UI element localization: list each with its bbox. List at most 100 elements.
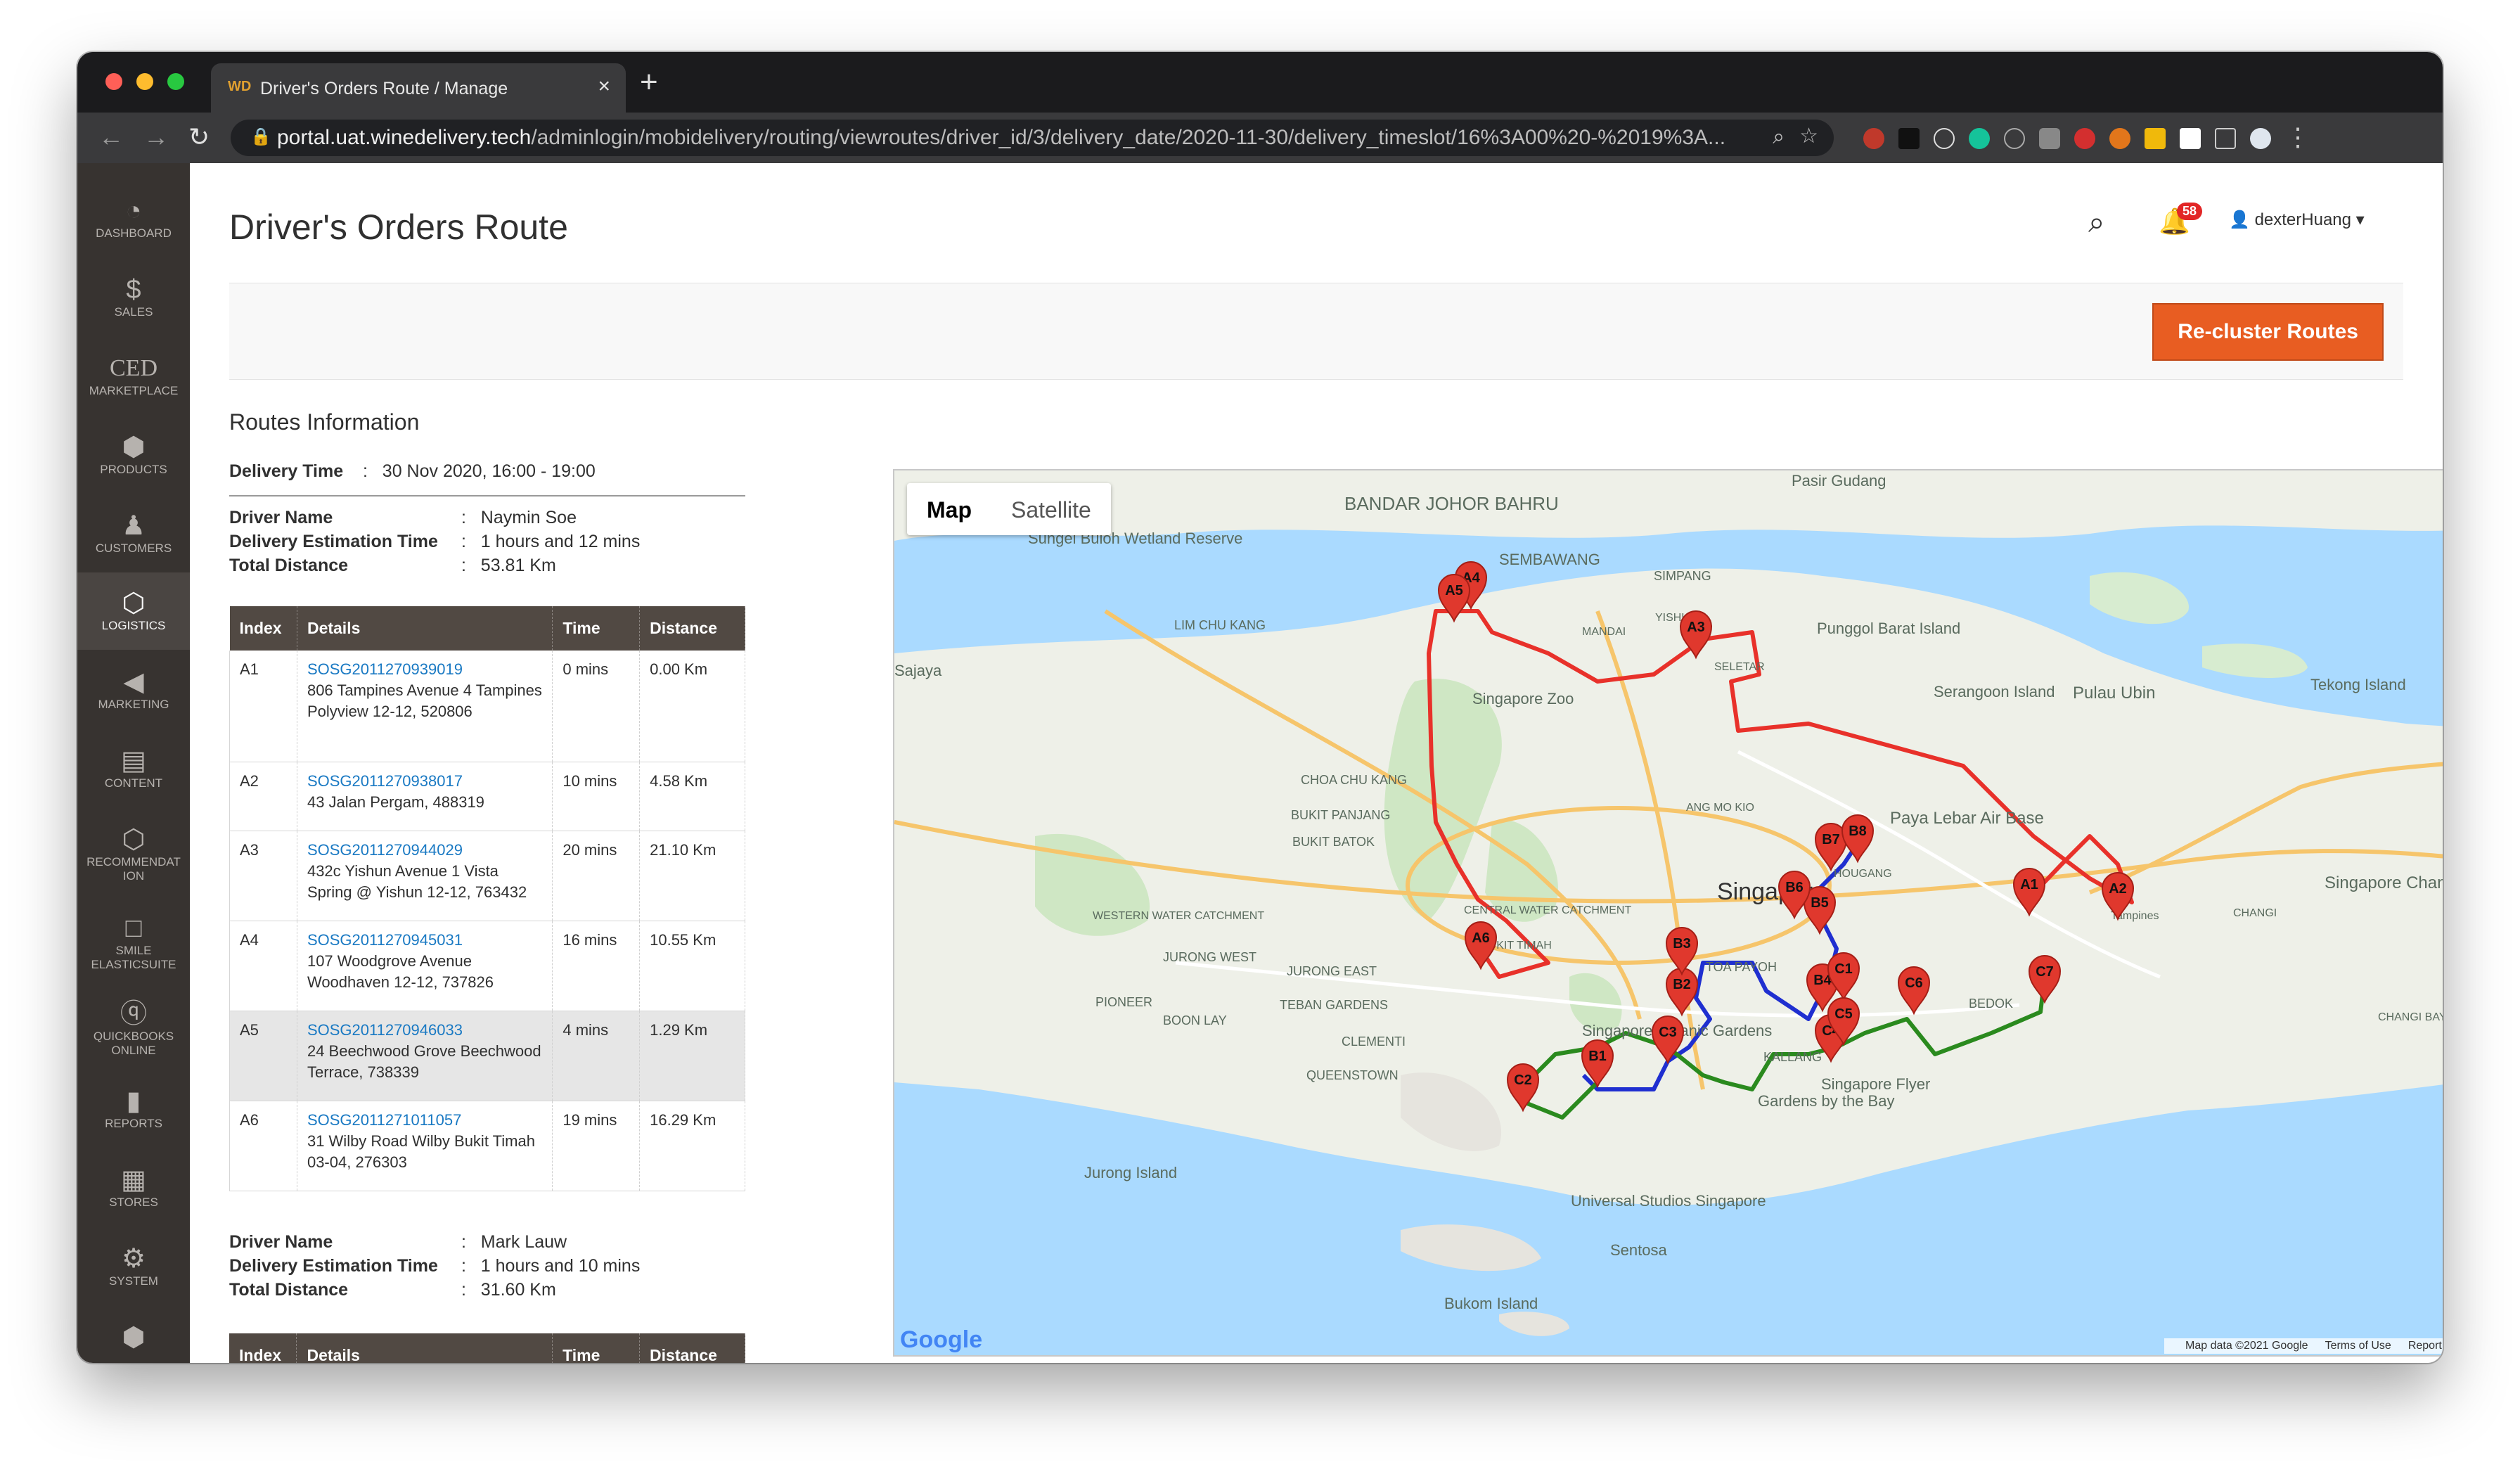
- person-icon: ♟: [121, 511, 146, 541]
- map-place-label: Singapore Changi Airport: [2325, 873, 2443, 892]
- order-link[interactable]: SOSG2011270944029: [307, 841, 463, 859]
- map-place-label: TEBAN GARDENS: [1280, 998, 1388, 1012]
- sidebar-item-products[interactable]: ⬢ PRODUCTS: [77, 416, 190, 494]
- map-type-map-button[interactable]: Map: [907, 483, 991, 535]
- content-icon: ▤: [121, 746, 146, 776]
- map-place-label: Tekong Island: [2310, 676, 2406, 693]
- extension-abp-icon[interactable]: [2074, 128, 2095, 149]
- forward-icon[interactable]: →: [143, 122, 169, 152]
- extension-red-icon[interactable]: [1863, 128, 1884, 149]
- url-field[interactable]: 🔒 portal.uat.winedelivery.tech/adminlogi…: [231, 120, 1834, 156]
- map-place-label: Pasir Gudang: [1792, 472, 1886, 489]
- order-link[interactable]: SOSG2011271011057: [307, 1111, 461, 1129]
- zoom-window-button[interactable]: [167, 73, 184, 90]
- user-icon: 👤: [2229, 210, 2250, 229]
- dollar-icon: $: [126, 275, 141, 305]
- search-icon[interactable]: ⌕: [2088, 205, 2105, 240]
- user-name: dexterHuang: [2254, 210, 2351, 229]
- sidebar-item-customers[interactable]: ♟ CUSTOMERS: [77, 495, 190, 572]
- marker-label: A1: [2020, 877, 2038, 892]
- divider: [229, 495, 745, 497]
- marker-label: B7: [1822, 832, 1840, 847]
- reload-icon[interactable]: ↻: [188, 122, 210, 152]
- quickbooks-icon: ⓠ: [120, 999, 147, 1029]
- map-place-label: SELETAR: [1714, 661, 1765, 673]
- browser-tab[interactable]: WD Driver's Orders Route / Manage ×: [211, 63, 626, 113]
- estimation-row: Delivery Estimation Time: 1 hours and 12…: [229, 532, 641, 551]
- minimize-window-button[interactable]: [136, 73, 153, 90]
- extension-m-icon[interactable]: [1898, 128, 1920, 149]
- order-link[interactable]: SOSG2011270938017: [307, 772, 463, 790]
- column-header: Details: [297, 606, 553, 651]
- map-place-label: MANDAI: [1582, 626, 1626, 638]
- menu-kebab-icon[interactable]: ⋮: [2285, 122, 2310, 152]
- column-header: Distance: [639, 606, 745, 651]
- extension-grammarly-icon[interactable]: [1969, 128, 1990, 149]
- order-link[interactable]: SOSG2011270939019: [307, 660, 463, 678]
- route-table: Index Details Time Distance: [229, 1333, 745, 1363]
- close-tab-icon[interactable]: ×: [598, 75, 610, 98]
- delivery-time-row: Delivery Time: 30 Nov 2020, 16:00 - 19:0…: [229, 461, 596, 481]
- column-header: Index: [229, 606, 297, 651]
- marker-label: C1: [1834, 961, 1853, 977]
- map-place-label: QUEENSTOWN: [1306, 1068, 1399, 1082]
- extension-metamask-icon[interactable]: [2109, 128, 2130, 149]
- map-place-label: TOA PAYOH: [1706, 960, 1777, 974]
- report-map-error-link[interactable]: Report a map error: [2408, 1340, 2443, 1352]
- zoom-icon[interactable]: ⌕: [1773, 125, 1785, 149]
- sidebar-item-sales[interactable]: $ SALES: [77, 259, 190, 336]
- close-window-button[interactable]: [105, 73, 122, 90]
- sidebar-item-stores[interactable]: ▦ STORES: [77, 1149, 190, 1226]
- routes-heading: Routes Information: [229, 409, 420, 435]
- sidebar-item-extra[interactable]: ⬢: [77, 1307, 190, 1363]
- map-place-label: SEMBAWANG: [1499, 551, 1600, 568]
- map-place-label: CHANGI: [2233, 907, 2277, 919]
- marker-label: A5: [1445, 583, 1463, 598]
- box-icon: ⬢: [122, 433, 146, 462]
- sidebar-item-content[interactable]: ▤ CONTENT: [77, 730, 190, 807]
- route-map[interactable]: BANDAR JOHOR BAHRU Sungei Buloh Wetland R…: [893, 469, 2443, 1357]
- table-row: A3 SOSG2011270944029 432c Yishun Avenue 1 …: [229, 831, 745, 921]
- map-place-label: HOUGANG: [1834, 868, 1892, 880]
- map-place-label: Sentosa: [1610, 1241, 1667, 1259]
- order-link[interactable]: SOSG2011270945031: [307, 931, 463, 949]
- order-address: 432c Yishun Avenue 1 Vista Spring @ Yish…: [307, 861, 527, 901]
- tab-title: Driver's Orders Route / Manage: [260, 79, 508, 98]
- address-bar-row: ← → ↻ 🔒 portal.uat.winedelivery.tech/adm…: [77, 113, 2443, 163]
- bookmark-star-icon[interactable]: ☆: [1799, 124, 1818, 148]
- sidebar-item-dashboard[interactable]: ◔ DASHBOARD: [77, 180, 190, 257]
- sidebar-item-recommendation[interactable]: ⬡ RECOMMENDAT ION: [77, 809, 190, 896]
- map-canvas[interactable]: BANDAR JOHOR BAHRUSungei Buloh Wetland R…: [894, 470, 2443, 1357]
- back-icon[interactable]: ←: [98, 122, 124, 152]
- sidebar-item-logistics[interactable]: ⬡ LOGISTICS: [77, 572, 190, 650]
- terms-link[interactable]: Terms of Use: [2325, 1340, 2391, 1352]
- map-attribution: Map data ©2021 Google Terms of Use Report …: [2164, 1338, 2443, 1354]
- sidebar-item-reports[interactable]: ▮ REPORTS: [77, 1070, 190, 1148]
- new-tab-icon[interactable]: +: [640, 65, 658, 100]
- page-content: Driver's Orders Route ⌕ 🔔 58 👤 dexterHua…: [190, 163, 2443, 1363]
- dashboard-icon: ◔: [125, 196, 142, 226]
- marker-label: C5: [1834, 1006, 1853, 1022]
- recluster-routes-button[interactable]: Re-cluster Routes: [2152, 303, 2384, 361]
- order-address: 43 Jalan Pergam, 488319: [307, 793, 484, 811]
- sidebar-item-smile-elasticsuite[interactable]: □ SMILE ELASTICSUITE: [77, 897, 190, 983]
- table-header-row: Index Details Time Distance: [229, 606, 745, 651]
- extension-yellow-icon[interactable]: [2145, 128, 2166, 149]
- desktop-background: WD Driver's Orders Route / Manage × + ← …: [0, 0, 2520, 1467]
- extensions-puzzle-icon[interactable]: [2215, 128, 2236, 149]
- extension-grey-icon[interactable]: [2039, 128, 2060, 149]
- admin-sidebar: ◔ DASHBOARD $ SALES CED MARKETPLACE ⬢ PRODUC…: [77, 163, 190, 1363]
- sidebar-item-marketplace[interactable]: CED MARKETPLACE: [77, 338, 190, 415]
- driver-name-row: Driver Name: Naymin Soe: [229, 508, 577, 527]
- extension-gmail-icon[interactable]: [2180, 128, 2201, 149]
- extension-v-icon[interactable]: [2004, 128, 2025, 149]
- map-type-satellite-button[interactable]: Satellite: [991, 483, 1111, 535]
- sidebar-item-quickbooks[interactable]: ⓠ QUICKBOOKS ONLINE: [77, 983, 190, 1069]
- extension-react-icon[interactable]: [1934, 128, 1955, 149]
- order-link[interactable]: SOSG2011270946033: [307, 1021, 463, 1039]
- sidebar-item-system[interactable]: ⚙ SYSTEM: [77, 1228, 190, 1305]
- user-menu[interactable]: 👤 dexterHuang ▾: [2229, 210, 2365, 230]
- column-header: Time: [552, 606, 641, 651]
- profile-avatar-icon[interactable]: [2250, 128, 2271, 149]
- sidebar-item-marketing[interactable]: ◀ MARKETING: [77, 651, 190, 729]
